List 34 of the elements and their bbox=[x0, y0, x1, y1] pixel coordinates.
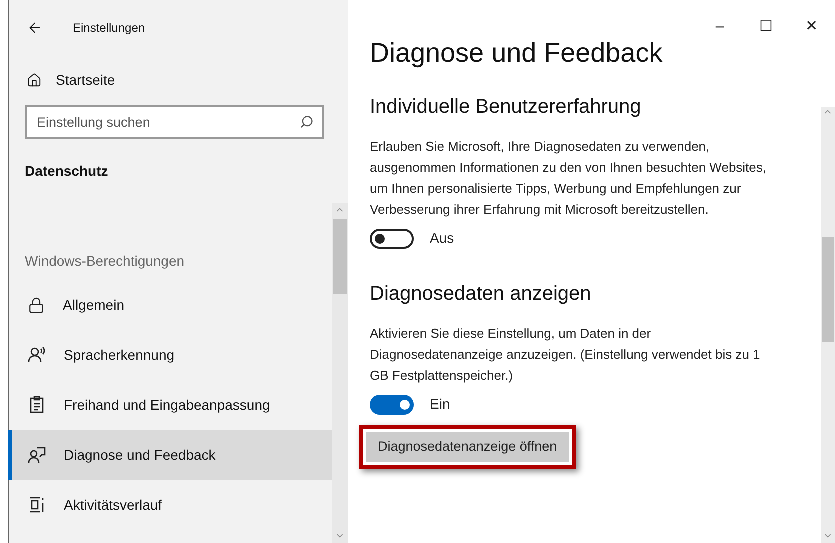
sidebar-item[interactable]: Freihand und Eingabeanpassung bbox=[8, 380, 332, 430]
scrollbar[interactable] bbox=[332, 203, 348, 543]
lock-icon bbox=[28, 296, 45, 314]
toggle-label: Ein bbox=[430, 395, 450, 414]
scrollbar[interactable] bbox=[821, 107, 835, 543]
search-field[interactable]: Einstellung suchen bbox=[25, 105, 324, 139]
open-viewer-button[interactable]: Diagnosedatenanzeige öffnen bbox=[366, 432, 570, 462]
clipboard-icon bbox=[28, 396, 46, 414]
group-heading: Windows-Berechtigungen bbox=[25, 252, 185, 271]
section-description: Erlauben Sie Microsoft, Ihre Diagnosedaten zu verwenden, ausgenommen Informationen zu den von Ihnen besuchten Websites, um Ihnen personalisierte Tipps, Werbung und Empfehlungen zur Verbesserung ihrer Erfahrung mit Microsoft bereitzustellen. bbox=[370, 138, 768, 219]
page-title: Diagnose und Feedback bbox=[370, 38, 664, 68]
section-heading: Diagnosedaten anzeigen bbox=[370, 282, 592, 307]
sidebar-item[interactable]: Diagnose und Feedback bbox=[8, 430, 332, 480]
timeline-icon bbox=[28, 496, 46, 514]
window-control[interactable]: – bbox=[697, 0, 743, 55]
window-title: Einstellungen bbox=[73, 20, 146, 36]
section-heading: Individuelle Benutzererfahrung bbox=[370, 95, 642, 120]
search-icon bbox=[300, 115, 314, 129]
category-heading: Datenschutz bbox=[25, 162, 108, 180]
sidebar-item[interactable]: Aktivitätsverlauf bbox=[8, 480, 332, 530]
window-control[interactable]: ✕ bbox=[789, 0, 835, 55]
home-icon bbox=[27, 72, 42, 88]
toggle-switch[interactable] bbox=[370, 394, 414, 414]
section-description: Aktivieren Sie diese Einstellung, um Daten in der Diagnosedatenanzeige anzuzeigen. (Einstellung verwendet bis zu 1 GB Festplattenspeicher.) bbox=[370, 325, 762, 385]
toggle-label: Aus bbox=[430, 229, 454, 248]
toggle-switch[interactable] bbox=[370, 228, 414, 248]
sidebar-item[interactable]: Spracherkennung bbox=[8, 330, 332, 380]
home-link[interactable]: Startseite bbox=[56, 70, 116, 90]
window-control[interactable]: ☐ bbox=[743, 0, 789, 55]
scroll-thumb[interactable] bbox=[822, 237, 834, 342]
scroll-thumb[interactable] bbox=[333, 219, 347, 294]
sidebar-item[interactable]: Allgemein bbox=[8, 280, 332, 330]
person-feedback-icon bbox=[28, 446, 46, 464]
speaking-person-icon bbox=[28, 346, 46, 364]
